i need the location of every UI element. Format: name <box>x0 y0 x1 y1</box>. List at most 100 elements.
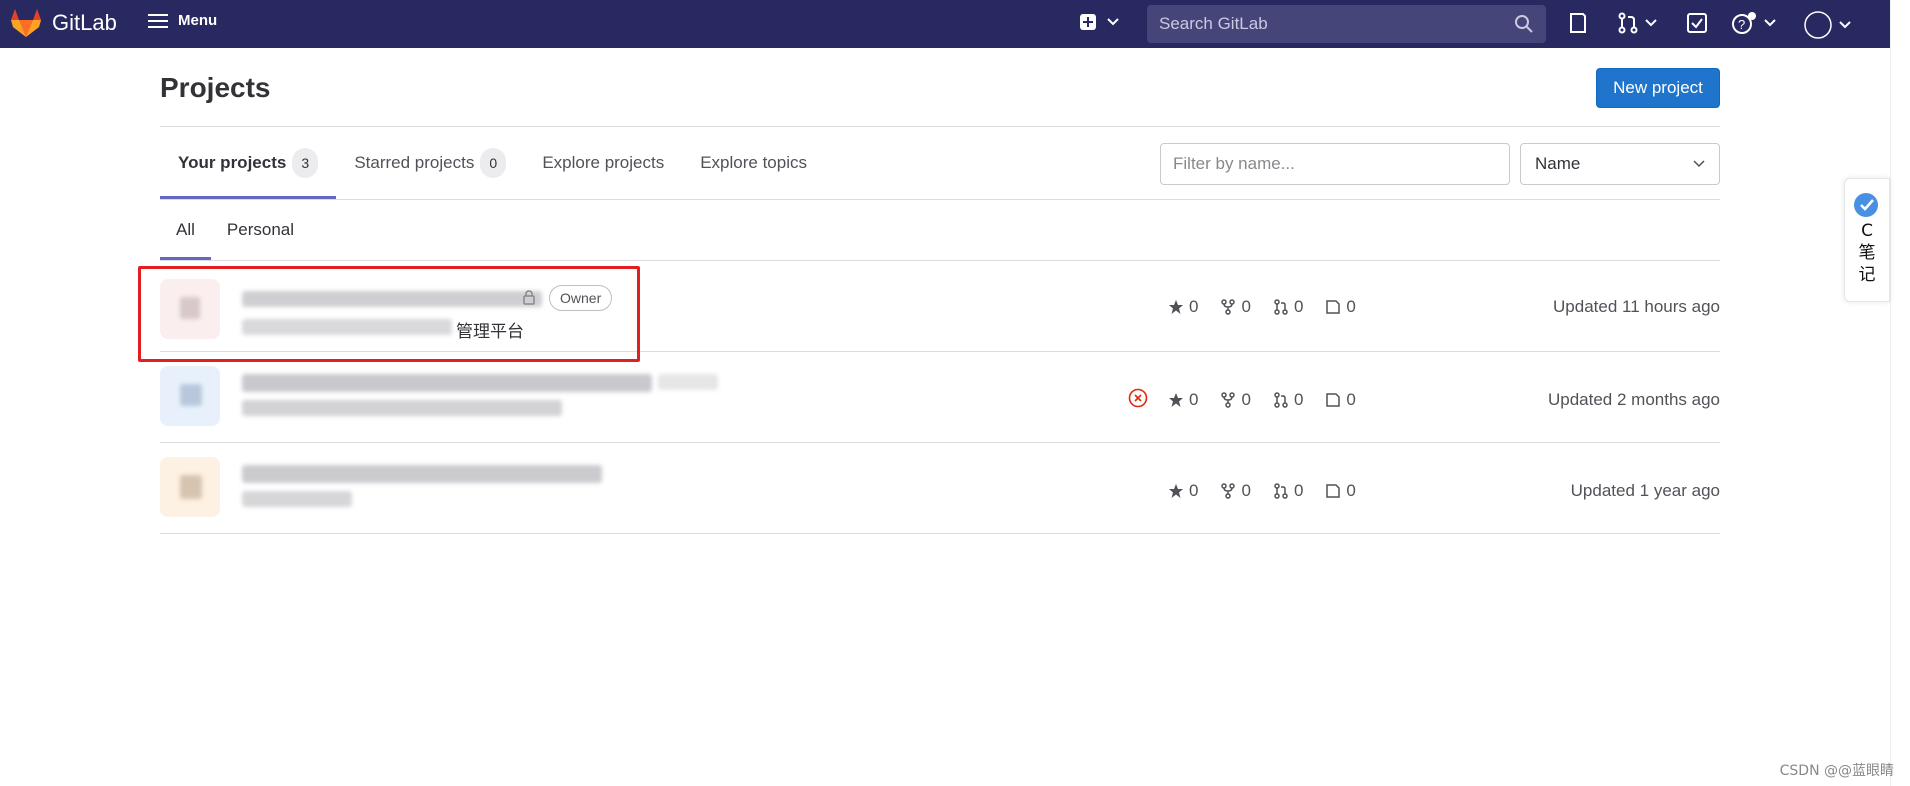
count-badge: 0 <box>480 148 507 178</box>
project-stats: 0 0 0 0 <box>1168 390 1356 410</box>
project-name-redacted[interactable] <box>242 465 602 483</box>
side-widget-char: 笔 <box>1858 243 1876 263</box>
merge-request-icon <box>1274 483 1288 499</box>
create-new-dropdown[interactable] <box>1079 13 1119 31</box>
stars-count: 0 <box>1189 297 1199 316</box>
subtab-all[interactable]: All <box>160 200 211 260</box>
forks-stat[interactable]: 0 <box>1220 297 1251 317</box>
issues-icon <box>1570 13 1586 33</box>
help-icon: ? <box>1732 12 1756 34</box>
project-description-redacted <box>242 491 352 507</box>
star-icon <box>1169 393 1183 407</box>
project-tabs: Your projects 3 Starred projects 0 Explo… <box>160 127 825 199</box>
highlight-annotation-box <box>138 266 640 362</box>
issues-count: 0 <box>1346 390 1356 409</box>
stars-count: 0 <box>1189 390 1199 409</box>
pipeline-failed-icon[interactable] <box>1128 388 1148 408</box>
user-avatar-icon <box>1804 11 1832 39</box>
tab-your-projects[interactable]: Your projects 3 <box>160 127 337 199</box>
issues-count: 0 <box>1346 481 1356 500</box>
issues-icon <box>1326 484 1341 498</box>
menu-label: Menu <box>178 12 218 29</box>
merge-requests-stat[interactable]: 0 <box>1273 390 1303 410</box>
new-project-button[interactable]: New project <box>1596 68 1720 108</box>
forks-count: 0 <box>1241 390 1251 409</box>
issues-icon <box>1326 393 1341 407</box>
merge-requests-count: 0 <box>1293 481 1304 500</box>
issues-nav-button[interactable] <box>1568 12 1588 34</box>
tab-label: Starred projects <box>354 153 475 172</box>
gitlab-logo-icon <box>11 9 41 37</box>
stars-stat[interactable]: 0 <box>1168 481 1198 501</box>
merge-requests-count: 0 <box>1293 390 1304 409</box>
merge-request-icon <box>1274 392 1288 408</box>
merge-request-icon <box>1618 12 1638 34</box>
issues-stat[interactable]: 0 <box>1325 297 1356 317</box>
star-icon <box>1169 300 1183 314</box>
count-badge: 3 <box>292 148 319 178</box>
fork-icon <box>1221 299 1236 315</box>
star-icon <box>1169 484 1183 498</box>
page-title: Projects <box>160 72 271 103</box>
side-widget-char: 记 <box>1858 265 1876 285</box>
scrollbar[interactable] <box>1890 0 1910 786</box>
stars-stat[interactable]: 0 <box>1168 297 1198 317</box>
stars-count: 0 <box>1189 481 1199 500</box>
todo-checkbox-icon <box>1687 13 1707 33</box>
plus-square-icon <box>1080 14 1096 30</box>
issues-stat[interactable]: 0 <box>1325 481 1356 501</box>
top-navbar: GitLab Menu Search GitLab ? <box>0 0 1890 48</box>
hamburger-icon <box>148 13 168 28</box>
forks-count: 0 <box>1241 481 1251 500</box>
role-badge-redacted <box>658 374 718 390</box>
subtab-label: Personal <box>226 220 295 239</box>
search-icon <box>1515 15 1533 33</box>
csdn-watermark: CSDN @@蓝眼睛 <box>1779 763 1894 779</box>
sort-selected-value: Name <box>1535 154 1581 173</box>
merge-requests-count: 0 <box>1293 297 1304 316</box>
tab-label: Explore topics <box>700 153 807 172</box>
search-box[interactable] <box>1147 5 1546 43</box>
search-input[interactable] <box>1159 14 1514 34</box>
filter-by-name-input[interactable] <box>1160 143 1510 185</box>
merge-requests-nav-button[interactable] <box>1617 12 1657 34</box>
chevron-down-icon <box>1645 19 1657 27</box>
user-menu-dropdown[interactable] <box>1803 10 1851 40</box>
tab-label: Explore projects <box>542 153 665 172</box>
project-row[interactable]: 0 0 0 0 Updated 1 year ago <box>160 443 1720 534</box>
notes-logo-icon <box>1854 193 1878 217</box>
side-widget-char: C <box>1861 221 1873 241</box>
project-row[interactable]: 0 0 0 0 Updated 2 months ago <box>160 352 1720 443</box>
todos-nav-button[interactable] <box>1686 12 1708 34</box>
project-filter-subtabs: All Personal <box>160 200 310 260</box>
stars-stat[interactable]: 0 <box>1168 390 1198 410</box>
tab-starred-projects[interactable]: Starred projects 0 <box>336 127 524 199</box>
merge-requests-stat[interactable]: 0 <box>1273 481 1303 501</box>
chevron-down-icon <box>1839 21 1851 29</box>
issues-stat[interactable]: 0 <box>1325 390 1356 410</box>
issues-count: 0 <box>1346 297 1356 316</box>
chevron-down-icon <box>1764 19 1776 27</box>
menu-button[interactable]: Menu <box>148 12 217 29</box>
subtab-personal[interactable]: Personal <box>211 200 310 260</box>
fork-icon <box>1221 392 1236 408</box>
merge-request-icon <box>1274 299 1288 315</box>
project-avatar[interactable] <box>160 457 220 517</box>
forks-stat[interactable]: 0 <box>1220 390 1251 410</box>
updated-timestamp: Updated 11 hours ago <box>1553 297 1720 316</box>
notes-side-widget[interactable]: C 笔 记 <box>1844 178 1890 302</box>
merge-requests-stat[interactable]: 0 <box>1273 297 1303 317</box>
gitlab-home-link[interactable]: GitLab <box>10 8 117 38</box>
tab-label: Your projects <box>178 153 287 172</box>
tab-explore-topics[interactable]: Explore topics <box>682 127 825 199</box>
tab-explore-projects[interactable]: Explore projects <box>524 127 682 199</box>
forks-stat[interactable]: 0 <box>1220 481 1251 501</box>
sort-dropdown[interactable]: Name <box>1520 143 1720 185</box>
chevron-down-icon <box>1107 18 1119 26</box>
project-avatar[interactable] <box>160 366 220 426</box>
project-name-redacted[interactable] <box>242 374 652 392</box>
project-stats: 0 0 0 0 <box>1168 297 1356 317</box>
project-description-redacted <box>242 400 562 416</box>
divider <box>160 199 1720 200</box>
help-dropdown[interactable]: ? <box>1732 12 1776 34</box>
